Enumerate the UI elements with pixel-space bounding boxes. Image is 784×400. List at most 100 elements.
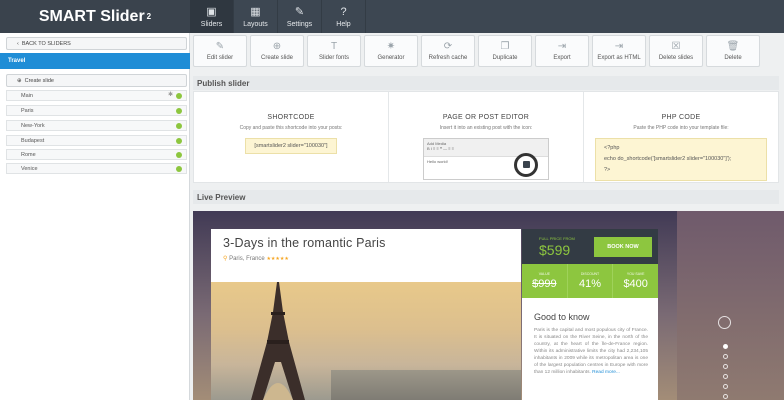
tool-label: Export: [553, 54, 571, 61]
plus-circle-icon: ⊕: [272, 40, 282, 52]
tool-label: Create slide: [260, 54, 293, 61]
export-button[interactable]: ⇥ Export: [535, 35, 589, 67]
php-line: echo do_shortcode('[smartslider2 slider=…: [604, 156, 732, 162]
price-value: $599: [539, 242, 571, 258]
slider-fonts-button[interactable]: T Slider fonts: [307, 35, 361, 67]
slide-label: Main: [21, 92, 33, 99]
slide-item-new-york[interactable]: New-York: [6, 120, 187, 131]
nav-layouts[interactable]: ▦ Layouts: [234, 0, 278, 33]
play-icon[interactable]: [718, 316, 731, 329]
top-nav: ▣ Sliders ▦ Layouts ✎ Settings ? Help: [190, 0, 366, 33]
rating-stars: ★★★★★: [266, 256, 289, 262]
php-section: PHP CODE Paste the PHP code into your te…: [584, 92, 778, 182]
paris-photo: [211, 282, 521, 400]
sidebar: ‹ BACK TO SLIDERS Travel ⊕ Create slide Ma…: [0, 33, 190, 400]
slide-label: Budapest: [21, 137, 45, 144]
export-html-button[interactable]: ⇥ Export as HTML: [592, 35, 646, 67]
duplicate-icon: ❐: [500, 40, 510, 52]
tool-label: Export as HTML: [597, 54, 641, 61]
tool-label: Duplicate: [492, 54, 518, 61]
slide-label: Rome: [21, 151, 36, 158]
publish-panel: SHORTCODE Copy and paste this shortcode …: [193, 91, 779, 183]
slide-item-main[interactable]: Main ✱: [6, 90, 187, 101]
wrench-icon: ✎: [294, 5, 305, 18]
font-icon: T: [330, 40, 338, 52]
slide-label: Paris: [21, 107, 34, 114]
slide-location: ⚲ Paris, France ★★★★★: [223, 255, 289, 262]
live-preview-slider: 3-Days in the romantic Paris ⚲ Paris, Fr…: [193, 211, 677, 400]
stat-number: $999: [532, 278, 557, 290]
php-line: <?php: [604, 145, 620, 151]
slide-item-budapest[interactable]: Budapest: [6, 135, 187, 146]
back-to-sliders-button[interactable]: ‹ BACK TO SLIDERS: [6, 37, 187, 50]
slide-title: 3-Days in the romantic Paris: [223, 236, 386, 250]
bullet-dot[interactable]: [723, 354, 728, 359]
editor-section: PAGE OR POST EDITOR Insert it into an ex…: [389, 92, 584, 182]
status-dot-icon[interactable]: [176, 166, 182, 172]
preview-background-right: [677, 211, 784, 400]
status-dot-icon[interactable]: [176, 138, 182, 144]
stat-number: $400: [623, 278, 648, 290]
slider-bullets: [718, 316, 731, 400]
map-pin-icon: ⚲: [223, 256, 228, 262]
delete-button[interactable]: 🗑 Delete: [706, 35, 760, 67]
price-box: FULL PRICE FROM $599 BOOK NOW: [522, 229, 658, 264]
slider-item-travel[interactable]: Travel: [0, 53, 190, 69]
stat-number: 41%: [578, 278, 602, 290]
trash-icon: 🗑: [726, 40, 740, 52]
export-icon: ⇥: [557, 40, 567, 52]
slide-item-venice[interactable]: Venice: [6, 163, 187, 174]
bullet-dot[interactable]: [723, 344, 728, 349]
tool-label: Delete: [724, 54, 742, 61]
toolbar: ✎ Edit slider ⊕ Create slide T Slider fonts…: [193, 35, 783, 69]
status-dot-icon[interactable]: [176, 152, 182, 158]
stat-label: YOU SAVE: [626, 272, 645, 276]
status-dot-icon[interactable]: [176, 108, 182, 114]
nav-settings[interactable]: ✎ Settings: [278, 0, 322, 33]
editor-desc: Insert it into an existing post with the…: [439, 125, 533, 131]
slide-item-paris[interactable]: Paris: [6, 105, 187, 116]
delete-slides-button[interactable]: ☒ Delete slides: [649, 35, 703, 67]
export-html-icon: ⇥: [614, 40, 624, 52]
nav-sliders[interactable]: ▣ Sliders: [190, 0, 234, 33]
create-slide-button[interactable]: ⊕ Create slide: [6, 74, 187, 87]
status-dot-icon[interactable]: [176, 93, 182, 99]
book-now-button[interactable]: BOOK NOW: [594, 237, 652, 257]
bullet-dot[interactable]: [723, 384, 728, 389]
bullet-dot[interactable]: [723, 364, 728, 369]
edit-slider-button[interactable]: ✎ Edit slider: [193, 35, 247, 67]
duplicate-button[interactable]: ❐ Duplicate: [478, 35, 532, 67]
bullet-dot[interactable]: [723, 394, 728, 399]
add-media-label: Add Media: [427, 141, 447, 146]
bullet-dot[interactable]: [723, 374, 728, 379]
nav-help[interactable]: ? Help: [322, 0, 366, 33]
shortcode-heading: SHORTCODE: [267, 114, 315, 121]
top-bar: SMART Slider 2 ▣ Sliders ▦ Layouts ✎ Setting…: [0, 0, 784, 33]
read-more-link[interactable]: Read more...: [592, 370, 620, 375]
php-heading: PHP CODE: [661, 114, 701, 121]
create-slide-tool-button[interactable]: ⊕ Create slide: [250, 35, 304, 67]
slide-item-rome[interactable]: Rome: [6, 149, 187, 160]
app-logo: SMART Slider 2: [0, 0, 190, 33]
tool-label: Delete slides: [658, 54, 694, 61]
status-dot-icon[interactable]: [176, 123, 182, 129]
tool-label: Generator: [377, 54, 405, 61]
nav-label: Settings: [286, 20, 313, 28]
refresh-cache-button[interactable]: ⟳ Refresh cache: [421, 35, 475, 67]
nav-label: Sliders: [200, 20, 223, 28]
info-title: Good to know: [534, 312, 590, 322]
php-line: ?>: [604, 167, 611, 173]
php-code-box[interactable]: <?php echo do_shortcode('[smartslider2 s…: [595, 138, 767, 181]
edit-icon: ✎: [215, 40, 225, 52]
stat-you-save: YOU SAVE $400: [613, 264, 658, 298]
generator-button[interactable]: ✷ Generator: [364, 35, 418, 67]
star-icon[interactable]: ✱: [168, 91, 173, 98]
city-skyline: [331, 370, 521, 400]
shortcode-box[interactable]: [smartslider2 slider="100030"]: [245, 138, 337, 154]
stat-label: VALUE: [538, 272, 550, 276]
stat-discount: DISCOUNT 41%: [568, 264, 614, 298]
full-price-label: FULL PRICE FROM: [539, 236, 575, 241]
delete-slides-icon: ☒: [671, 40, 681, 52]
image-icon: ▣: [206, 5, 217, 18]
eiffel-tower-image: [251, 282, 305, 400]
